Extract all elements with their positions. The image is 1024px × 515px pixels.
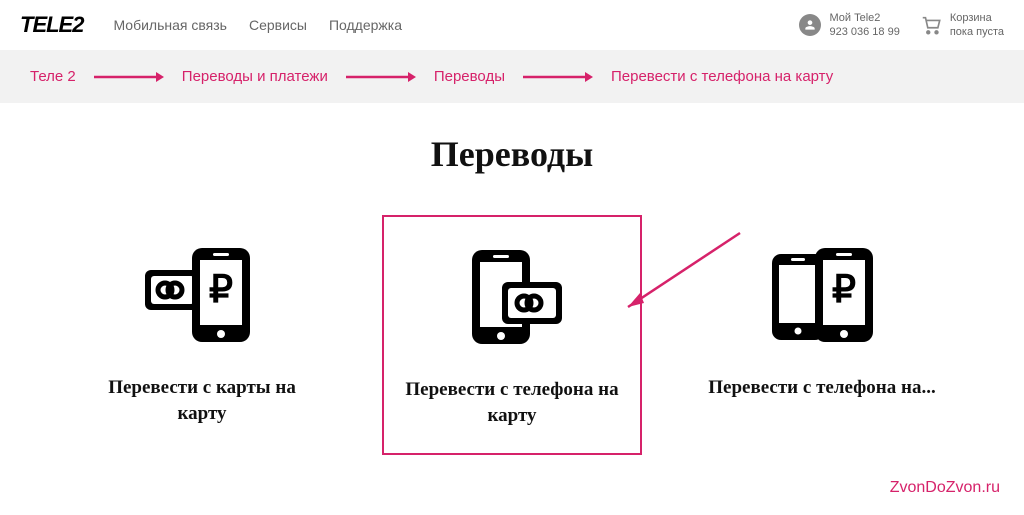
header: TELE2 Мобильная связь Сервисы Поддержка …: [0, 0, 1024, 50]
page-title: Переводы: [20, 133, 1004, 175]
cart-status: пока пуста: [950, 25, 1004, 39]
transfer-tiles: ₽ Перевести с карты на карту: [20, 215, 1004, 455]
cart-block[interactable]: Корзина пока пуста: [920, 11, 1004, 40]
tile-phone-to-phone[interactable]: ₽ Перевести с телефона на...: [692, 215, 952, 455]
arrow-icon: [523, 70, 593, 84]
main-content: Переводы ₽: [0, 103, 1024, 455]
cart-title: Корзина: [950, 11, 1004, 25]
tile-label: Перевести с карты на карту: [87, 375, 317, 426]
nav-item-support[interactable]: Поддержка: [329, 17, 402, 33]
account-block[interactable]: Мой Tele2 923 036 18 99: [799, 11, 899, 40]
card-phone-ruble-icon: ₽: [137, 235, 267, 355]
user-icon: [799, 14, 821, 36]
crumb-3[interactable]: Переводы: [434, 68, 505, 85]
account-title: Мой Tele2: [829, 11, 899, 25]
header-right: Мой Tele2 923 036 18 99 Корзина пока пус…: [799, 11, 1004, 40]
svg-text:₽: ₽: [832, 269, 856, 311]
phone-phone-ruble-icon: ₽: [757, 235, 887, 355]
watermark: ZvonDoZvon.ru: [890, 479, 1000, 497]
breadcrumb: Теле 2 Переводы и платежи Переводы Перев…: [0, 50, 1024, 103]
crumb-1[interactable]: Теле 2: [30, 68, 76, 85]
nav-item-services[interactable]: Сервисы: [249, 17, 307, 33]
logo[interactable]: TELE2: [20, 12, 83, 38]
crumb-4[interactable]: Перевести с телефона на карту: [611, 68, 833, 85]
top-nav: Мобильная связь Сервисы Поддержка: [113, 17, 402, 33]
tile-label: Перевести с телефона на карту: [399, 377, 625, 428]
crumb-2[interactable]: Переводы и платежи: [182, 68, 328, 85]
tile-phone-to-card[interactable]: Перевести с телефона на карту: [382, 215, 642, 455]
arrow-icon: [346, 70, 416, 84]
tile-card-to-card[interactable]: ₽ Перевести с карты на карту: [72, 215, 332, 455]
arrow-icon: [94, 70, 164, 84]
tile-label: Перевести с телефона на...: [708, 375, 935, 401]
phone-card-icon: [447, 237, 577, 357]
account-phone: 923 036 18 99: [829, 25, 899, 39]
svg-text:₽: ₽: [209, 269, 233, 311]
cart-icon: [920, 14, 942, 36]
nav-item-mobile[interactable]: Мобильная связь: [113, 17, 226, 33]
